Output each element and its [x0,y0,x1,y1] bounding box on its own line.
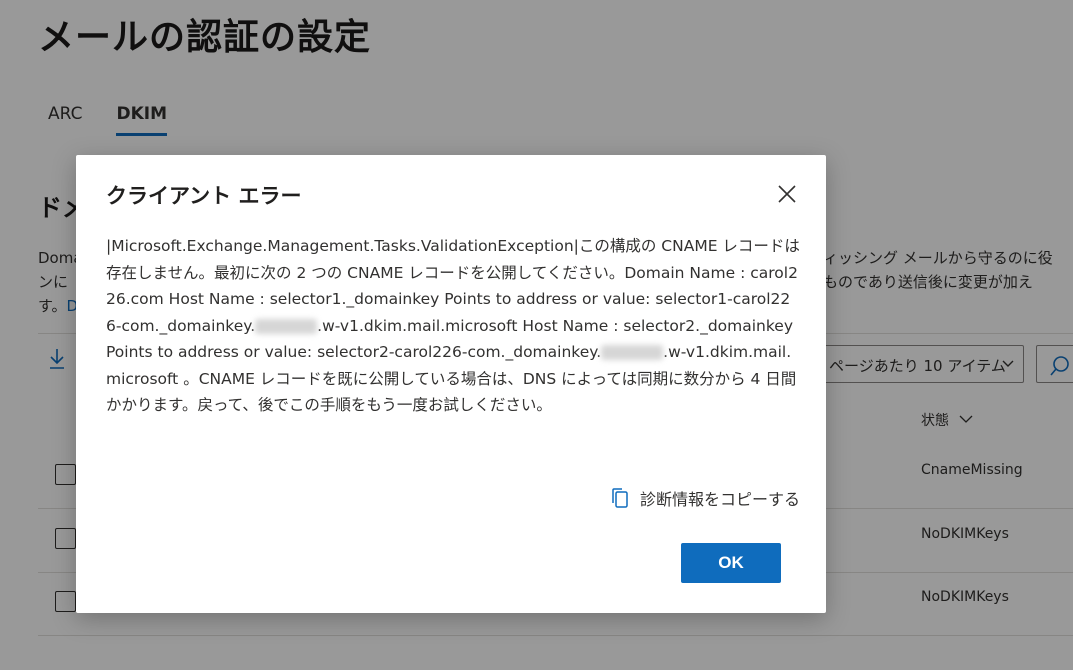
error-dialog: クライアント エラー |Microsoft.Exchange.Managemen… [76,155,826,613]
dialog-message: |Microsoft.Exchange.Management.Tasks.Val… [106,233,800,419]
redacted-text [255,318,318,334]
copy-diagnostics-label: 診断情報をコピーする [640,490,801,509]
ok-button[interactable]: OK [681,543,781,583]
close-icon[interactable] [775,182,799,206]
copy-diagnostics-button[interactable]: 診断情報をコピーする [610,486,800,510]
copy-icon [612,488,628,508]
redacted-text [601,345,664,360]
dialog-title: クライアント エラー [106,184,302,208]
